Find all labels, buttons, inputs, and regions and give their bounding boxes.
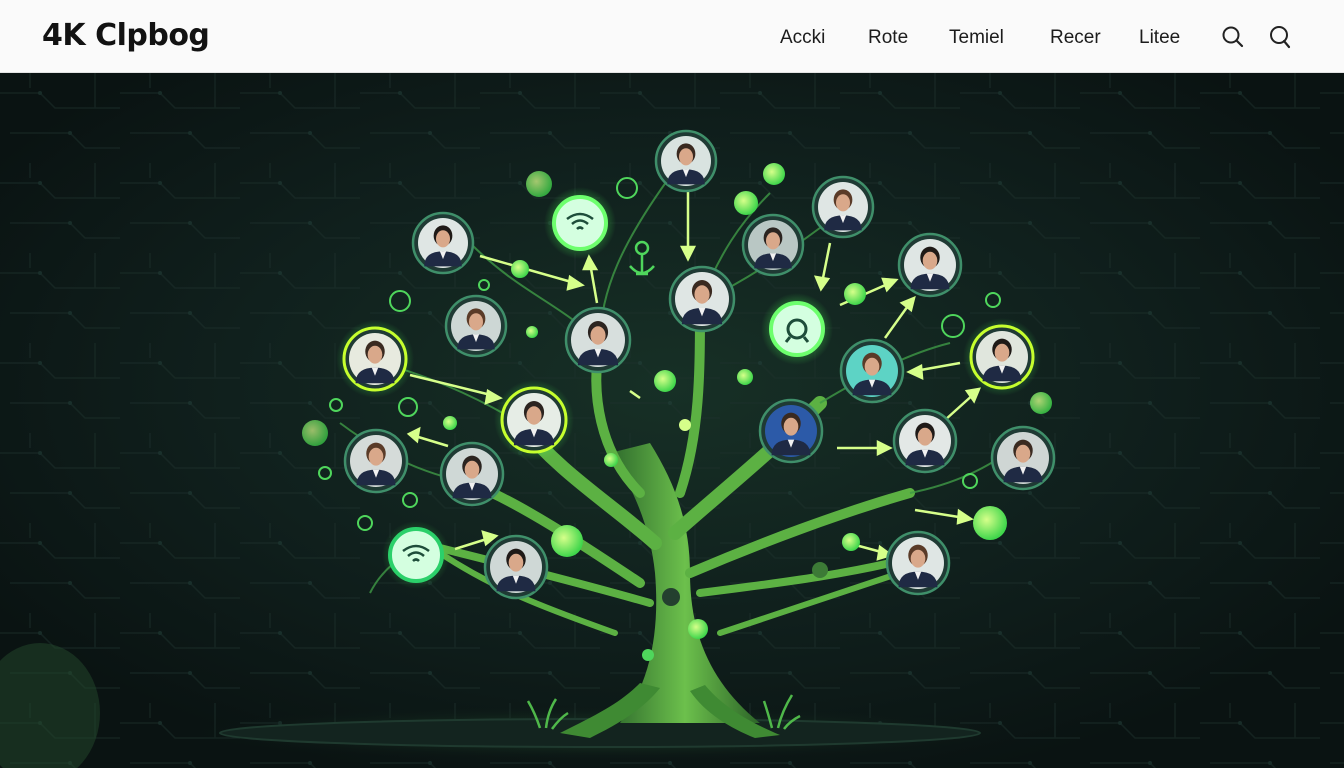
avatar xyxy=(654,129,718,193)
avatar xyxy=(668,265,736,333)
avatar xyxy=(494,380,574,460)
nav-item-accki[interactable]: Accki xyxy=(780,27,825,49)
avatar xyxy=(963,318,1041,396)
nav-item-litee[interactable]: Litee xyxy=(1139,27,1180,49)
network-tree-illustration xyxy=(0,73,1344,768)
avatar xyxy=(758,398,824,464)
top-nav-bar: 4K Clpbog Accki Rote Temiel Recer Litee xyxy=(0,0,1344,73)
hero-illustration xyxy=(0,73,1344,768)
wifi-node-icon xyxy=(382,521,450,589)
avatar xyxy=(411,211,475,275)
avatar xyxy=(336,320,414,398)
loop-node-icon xyxy=(761,293,833,365)
avatar xyxy=(444,294,508,358)
avatar xyxy=(885,530,951,596)
wifi-node-icon xyxy=(544,187,616,259)
avatar xyxy=(897,232,963,298)
avatar xyxy=(990,425,1056,491)
search-icon[interactable] xyxy=(1220,24,1246,50)
avatar xyxy=(811,175,875,239)
avatar xyxy=(839,338,905,404)
nav-item-recer[interactable]: Recer xyxy=(1050,27,1101,49)
site-logo[interactable]: 4K Clpbog xyxy=(42,18,210,53)
avatar xyxy=(483,534,549,600)
chat-search-icon[interactable] xyxy=(1267,24,1293,50)
avatar xyxy=(892,408,958,474)
nav-item-rote[interactable]: Rote xyxy=(868,27,908,49)
avatar xyxy=(343,428,409,494)
avatar xyxy=(564,306,632,374)
nav-item-temiel[interactable]: Temiel xyxy=(949,27,1004,49)
avatar xyxy=(741,213,805,277)
avatar xyxy=(439,441,505,507)
